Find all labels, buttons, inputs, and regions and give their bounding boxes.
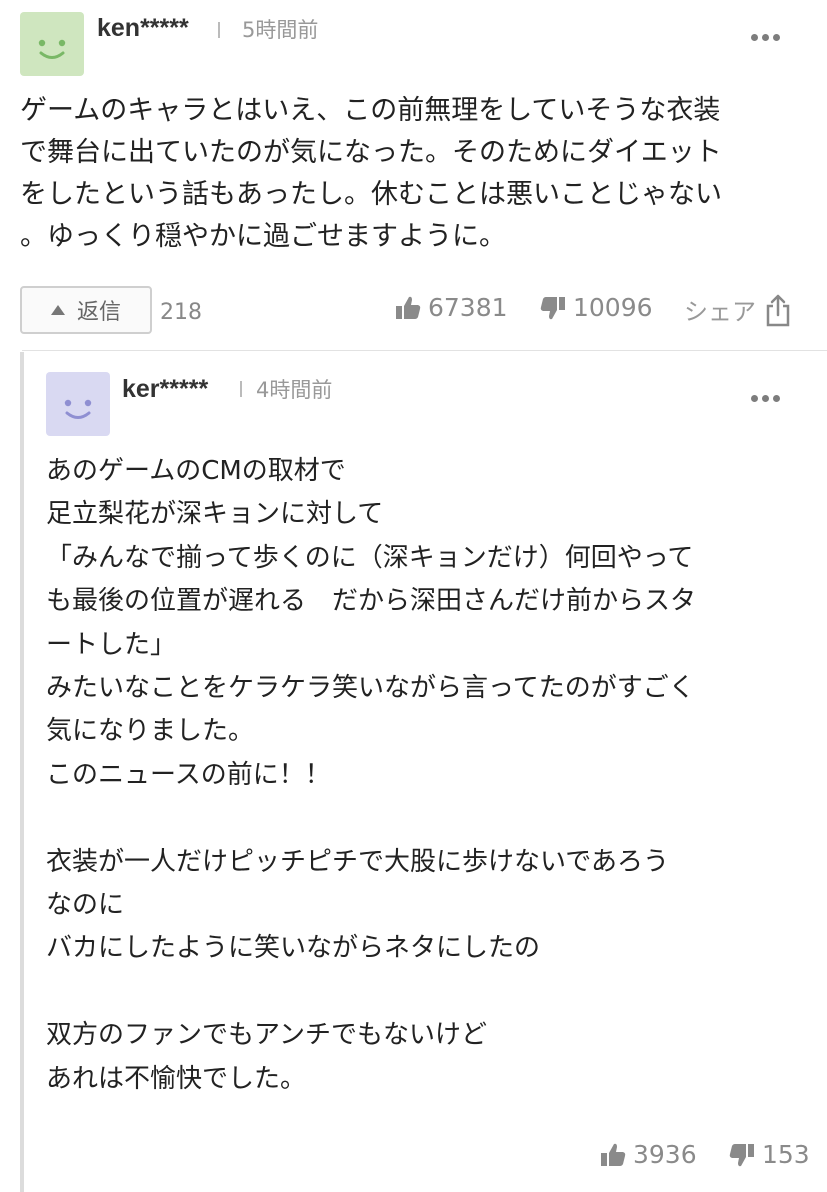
reply-thread-bar — [20, 352, 24, 1192]
reply-label: 返信 — [76, 300, 121, 325]
smiley-avatar-icon — [20, 12, 84, 76]
ellipsis-icon — [751, 34, 758, 41]
more-options-button[interactable] — [747, 383, 780, 403]
dislike-button[interactable]: 10096 — [539, 293, 653, 322]
like-count: 67381 — [428, 293, 508, 322]
share-icon — [766, 294, 790, 326]
like-count: 3936 — [633, 1140, 697, 1169]
reply-count: 218 — [160, 300, 202, 325]
thumbs-up-icon — [601, 1143, 626, 1166]
reply-time: 4時間前 — [256, 378, 333, 402]
thumbs-up-icon — [396, 296, 421, 319]
meta-separator — [240, 381, 242, 397]
dislike-count: 10096 — [573, 293, 653, 322]
comment-username[interactable]: ken***** — [97, 14, 189, 43]
like-button[interactable]: 3936 — [599, 1140, 697, 1169]
more-options-button[interactable] — [747, 22, 780, 42]
like-button[interactable]: 67381 — [394, 293, 508, 322]
meta-separator — [218, 22, 220, 38]
reply-body: あのゲームのCMの取材で 足立梨花が深キョンに対して 「みんなで揃って歩くのに（… — [46, 456, 697, 1094]
thread-divider — [22, 350, 827, 351]
thumbs-down-icon — [729, 1143, 754, 1166]
comment-body: ゲームのキャラとはいえ、この前無理をしていそうな衣装 で舞台に出ていたのが気にな… — [20, 95, 722, 252]
share-button[interactable]: シェア — [684, 292, 792, 327]
comment-time: 5時間前 — [242, 18, 319, 42]
dislike-button[interactable]: 153 — [728, 1140, 810, 1169]
avatar — [20, 12, 84, 76]
thumbs-down-icon — [540, 296, 565, 319]
smiley-avatar-icon — [46, 372, 110, 436]
reply-button[interactable]: 返信 — [20, 286, 152, 334]
avatar — [46, 372, 110, 436]
dislike-count: 153 — [762, 1140, 810, 1169]
ellipsis-icon — [751, 395, 758, 402]
share-label: シェア — [684, 298, 756, 326]
reply-username[interactable]: ker***** — [122, 375, 208, 404]
caret-up-icon — [50, 305, 65, 315]
